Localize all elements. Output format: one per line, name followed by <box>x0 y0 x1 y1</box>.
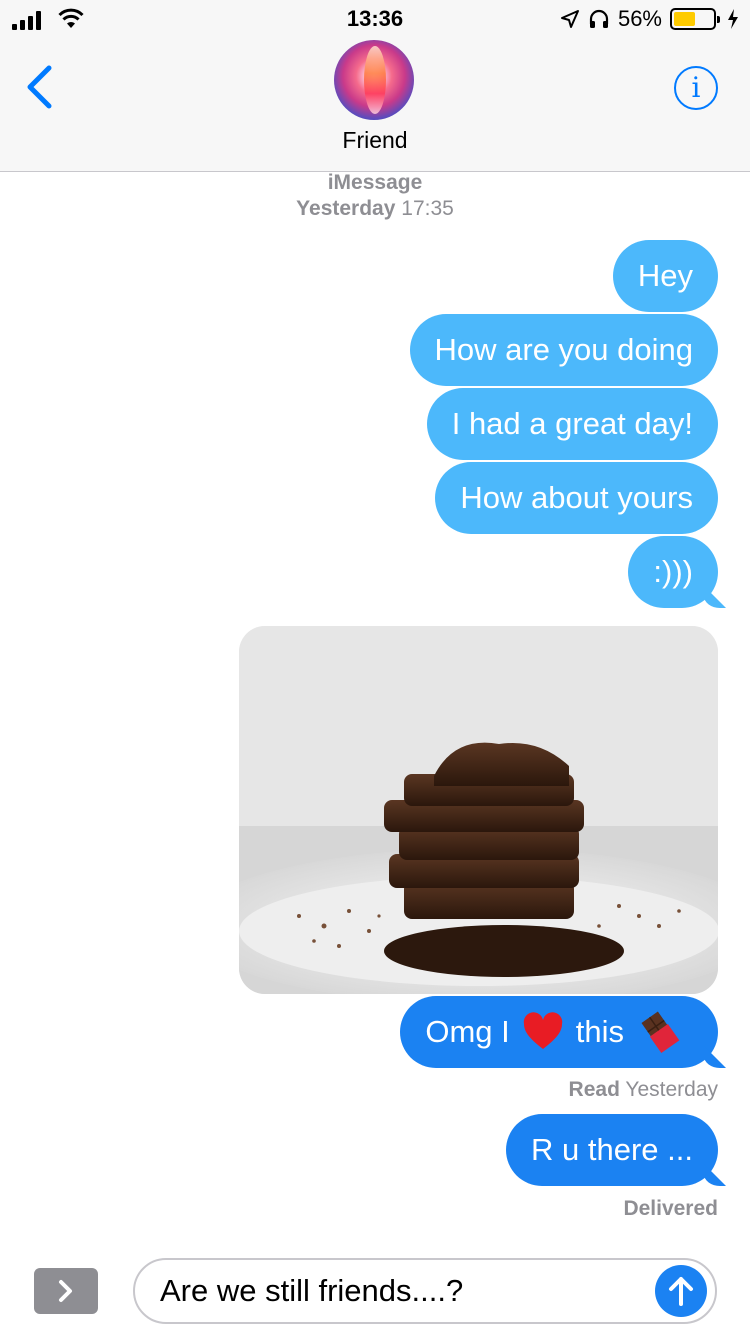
read-label: Read <box>568 1078 620 1101</box>
read-when: Yesterday <box>625 1078 718 1101</box>
timestamp-day: Yesterday <box>296 197 396 220</box>
photo-attachment[interactable] <box>239 626 718 994</box>
message-bubble[interactable]: Omg I this <box>400 996 718 1068</box>
send-button[interactable] <box>655 1265 707 1317</box>
service-label: iMessage <box>327 171 423 194</box>
message-bubble[interactable]: How about yours <box>435 462 718 534</box>
message-input-text: Are we still friends....? <box>160 1273 464 1308</box>
message-text: R u there ... <box>531 1132 693 1167</box>
chocolate-icon <box>641 1011 680 1054</box>
location-icon <box>560 10 579 28</box>
charging-icon <box>728 9 738 29</box>
message-bubble[interactable]: R u there ... <box>506 1114 718 1186</box>
status-right: 56% <box>560 6 740 32</box>
delivered-status: Delivered <box>623 1197 718 1220</box>
conversation-header: 13:36 56% Friend i <box>0 0 750 172</box>
battery-icon <box>670 8 720 30</box>
chocolate-photo <box>239 626 718 994</box>
avatar[interactable] <box>334 40 414 120</box>
status-bar: 13:36 56% <box>0 0 750 40</box>
message-text: this <box>575 1014 624 1049</box>
apps-button[interactable] <box>34 1268 98 1314</box>
message-bubble[interactable]: :))) <box>628 536 718 608</box>
message-bubble[interactable]: Hey <box>612 240 718 312</box>
contact-name[interactable]: Friend <box>0 127 750 154</box>
headphones-icon <box>589 9 609 28</box>
timestamp-time: 17:35 <box>401 197 454 220</box>
arrow-up-icon <box>669 1277 693 1306</box>
read-receipt: Read Yesterday <box>569 1078 718 1102</box>
message-text: How about yours <box>460 480 693 515</box>
chevron-right-icon <box>59 1280 72 1302</box>
message-input[interactable]: Are we still friends....? <box>133 1258 717 1324</box>
chevron-left-icon[interactable] <box>22 64 58 110</box>
message-text: How are you doing <box>434 332 694 367</box>
info-icon[interactable]: i <box>674 66 718 110</box>
message-text: Omg I <box>425 1014 510 1049</box>
timestamp: Yesterday 17:35 <box>0 197 750 221</box>
message-text: Hey <box>637 258 693 293</box>
battery-percent: 56% <box>617 6 662 31</box>
message-bubble[interactable]: How are you doing <box>409 314 718 386</box>
message-text: I had a great day! <box>451 406 693 441</box>
heart-icon <box>523 1012 562 1049</box>
message-bubble[interactable]: I had a great day! <box>426 388 718 460</box>
message-text: :))) <box>653 554 693 589</box>
